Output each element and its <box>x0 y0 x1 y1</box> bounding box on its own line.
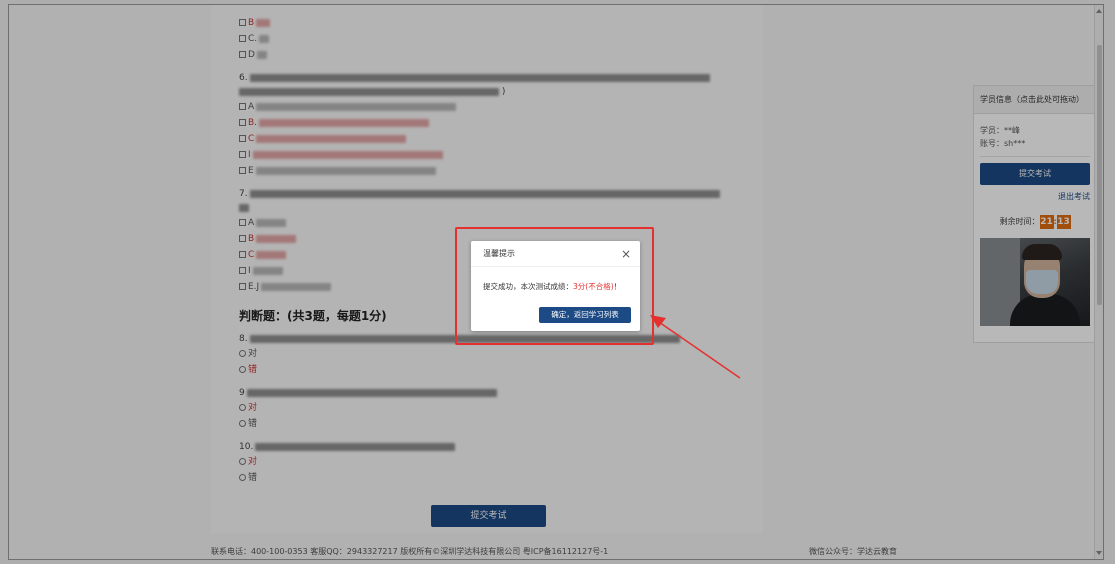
annotation-arrow-icon <box>650 315 741 379</box>
dialog-title: 温馨提示 <box>483 249 515 258</box>
dialog-message: 提交成功，本次测试成绩：3分(不合格)！ <box>483 282 622 291</box>
confirm-return-button[interactable]: 确定，返回学习列表 <box>539 307 631 323</box>
dialog-header: 温馨提示 × <box>471 241 640 267</box>
result-dialog: 温馨提示 × 提交成功，本次测试成绩：3分(不合格)！ 确定，返回学习列表 <box>471 241 640 331</box>
close-icon[interactable]: × <box>620 241 632 267</box>
exam-score: 3分(不合格) <box>573 282 614 291</box>
